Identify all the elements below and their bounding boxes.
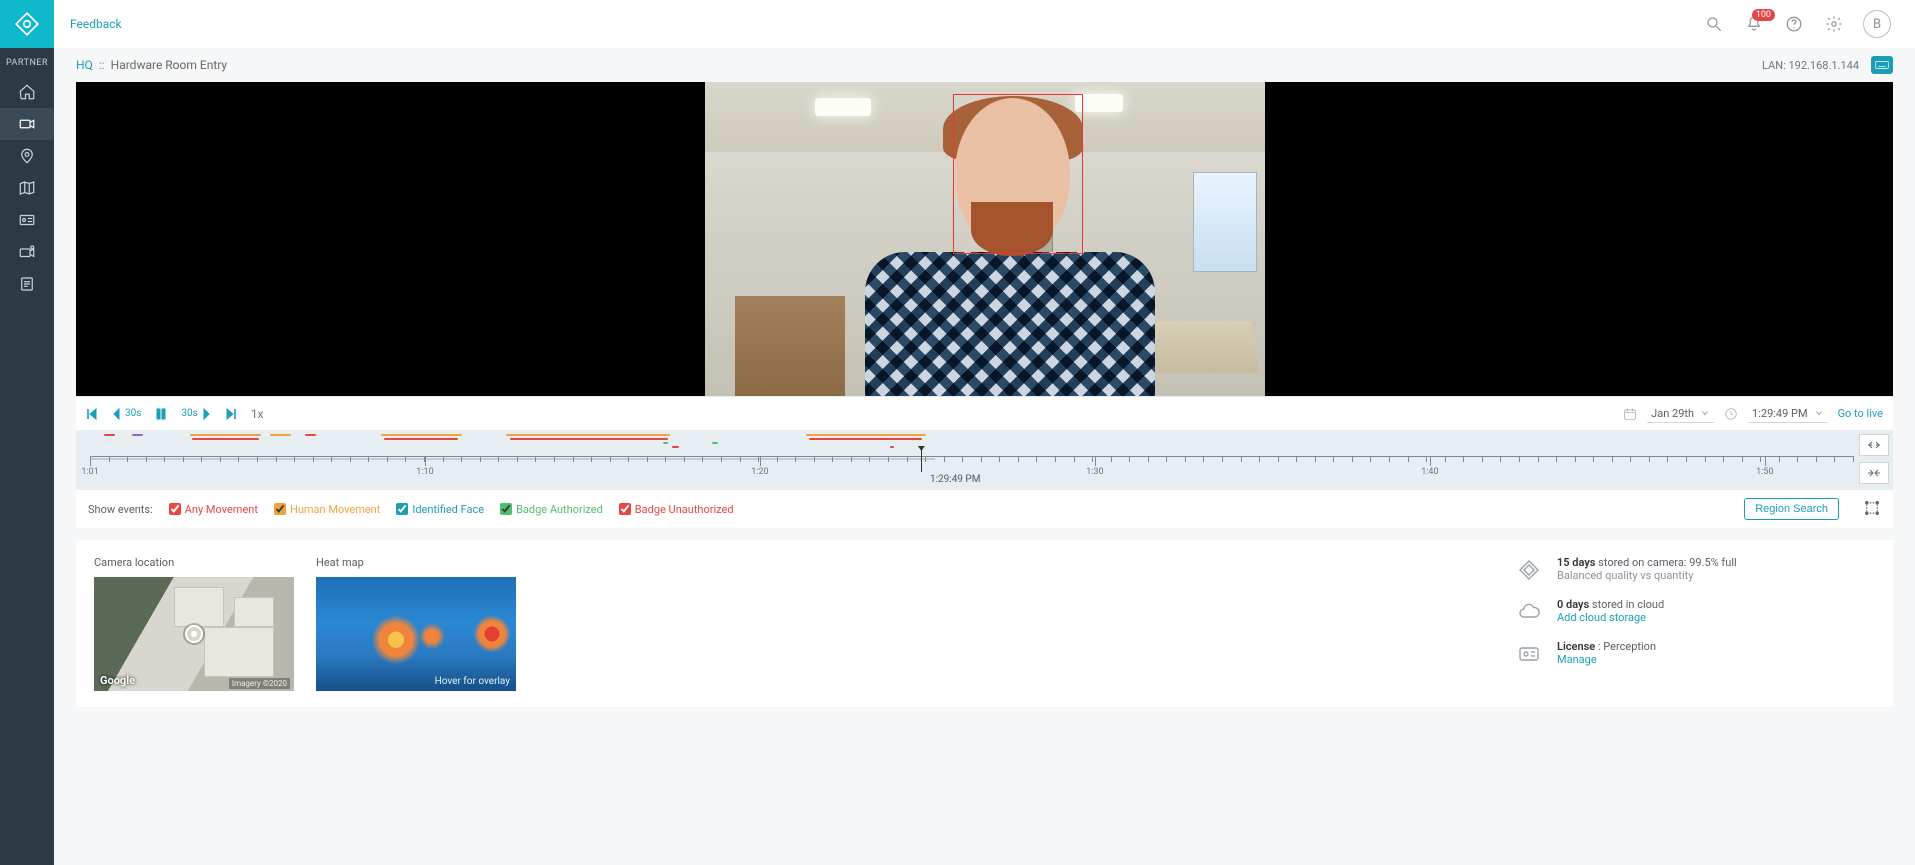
lan-address: LAN: 192.168.1.144 — [1762, 59, 1859, 72]
event-filter-identified-face[interactable]: Identified Face — [396, 503, 484, 516]
app-header: Feedback 100 B — [0, 0, 1915, 48]
camera-location-pin-icon — [185, 625, 203, 643]
playback-controls: 30s 30s 1x Jan 29th 1:29:49 PM Go to liv… — [76, 396, 1893, 430]
camera-location-panel: Camera location Google Imagery ©2020 — [94, 556, 294, 691]
video-frame — [705, 82, 1265, 396]
forward-30s-button[interactable]: 30s — [181, 408, 210, 420]
breadcrumb-current: Hardware Room Entry — [111, 58, 227, 72]
license-info: License : Perception Manage — [1515, 640, 1875, 668]
heat-map-title: Heat map — [316, 556, 516, 569]
user-avatar[interactable]: B — [1863, 10, 1891, 38]
storage-diamond-icon — [1515, 556, 1543, 584]
camera-location-title: Camera location — [94, 556, 294, 569]
breadcrumb: HQ :: Hardware Room Entry LAN: 192.168.1… — [54, 48, 1915, 82]
go-to-live-button[interactable]: Go to live — [1838, 407, 1883, 420]
breadcrumb-separator: :: — [99, 58, 105, 72]
license-card-icon — [1515, 640, 1543, 668]
event-filter-badge-authorized[interactable]: Badge Authorized — [500, 503, 603, 516]
camera-storage-info: 15 days stored on camera: 99.5% full Bal… — [1515, 556, 1875, 584]
map-imagery-label: Imagery ©2020 — [229, 678, 290, 689]
jump-start-button[interactable] — [86, 408, 98, 420]
settings-icon[interactable] — [1823, 13, 1845, 35]
info-panels: Camera location Google Imagery ©2020 Hea… — [76, 540, 1893, 707]
video-viewport[interactable] — [76, 82, 1893, 396]
timeline-ruler: 1:011:101:201:301:401:50 — [90, 456, 1853, 468]
sidebar-nav: PARTNER — [0, 48, 54, 865]
region-search-button[interactable]: Region Search — [1744, 498, 1839, 520]
sidebar-item-home[interactable] — [0, 76, 54, 108]
region-crop-icon[interactable] — [1863, 499, 1881, 520]
cloud-storage-info: 0 days stored in cloud Add cloud storage — [1515, 598, 1875, 626]
sidebar-item-locations[interactable] — [0, 140, 54, 172]
brand-logo[interactable] — [0, 0, 54, 48]
heat-map-thumb[interactable]: Hover for overlay — [316, 577, 516, 691]
camera-location-map[interactable]: Google Imagery ©2020 — [94, 577, 294, 691]
sidebar-item-maps[interactable] — [0, 172, 54, 204]
notifications-icon[interactable]: 100 — [1743, 13, 1765, 35]
event-filter-human-movement[interactable]: Human Movement — [274, 503, 380, 516]
main-content: HQ :: Hardware Room Entry LAN: 192.168.1… — [54, 48, 1915, 865]
help-icon[interactable] — [1783, 13, 1805, 35]
sidebar-section-label: PARTNER — [6, 48, 48, 76]
timeline[interactable]: 1:011:101:201:301:401:50 1:29:49 PM — [76, 430, 1893, 490]
heat-map-hint: Hover for overlay — [435, 676, 510, 687]
search-icon[interactable] — [1703, 13, 1725, 35]
playback-speed[interactable]: 1x — [251, 407, 264, 421]
sidebar-item-cameras[interactable] — [0, 108, 54, 140]
add-cloud-storage-link[interactable]: Add cloud storage — [1557, 611, 1664, 624]
timeline-event-track — [90, 434, 1853, 450]
breadcrumb-root[interactable]: HQ — [76, 58, 93, 72]
pause-button[interactable] — [155, 408, 167, 420]
calendar-icon — [1623, 407, 1637, 421]
keyboard-shortcuts-icon[interactable] — [1871, 56, 1893, 74]
back-30s-button[interactable]: 30s — [112, 408, 141, 420]
clock-icon — [1724, 407, 1738, 421]
event-filter-badge-unauthorized[interactable]: Badge Unauthorized — [619, 503, 734, 516]
date-picker[interactable]: Jan 29th — [1647, 405, 1714, 423]
storage-info-column: 15 days stored on camera: 99.5% full Bal… — [1515, 556, 1875, 691]
playhead-time-label: 1:29:49 PM — [930, 474, 980, 485]
notification-count-badge: 100 — [1752, 9, 1775, 21]
playhead[interactable] — [921, 450, 922, 472]
event-filter-any-movement[interactable]: Any Movement — [169, 503, 258, 516]
sidebar-item-reports[interactable] — [0, 268, 54, 300]
timeline-zoom-out-button[interactable] — [1859, 462, 1889, 484]
cloud-icon — [1515, 598, 1543, 626]
jump-end-button[interactable] — [225, 408, 237, 420]
map-attribution: Google — [100, 674, 135, 687]
events-label: Show events: — [88, 503, 153, 516]
feedback-link[interactable]: Feedback — [70, 17, 122, 31]
manage-license-link[interactable]: Manage — [1557, 653, 1656, 666]
face-detection-box — [953, 94, 1083, 254]
sidebar-item-devices[interactable] — [0, 236, 54, 268]
event-filter-row: Show events: Any Movement Human Movement I… — [76, 490, 1893, 528]
timeline-zoom-in-button[interactable] — [1859, 434, 1889, 456]
sidebar-item-access[interactable] — [0, 204, 54, 236]
heat-map-panel: Heat map Hover for overlay — [316, 556, 516, 691]
time-picker[interactable]: 1:29:49 PM — [1748, 405, 1828, 423]
